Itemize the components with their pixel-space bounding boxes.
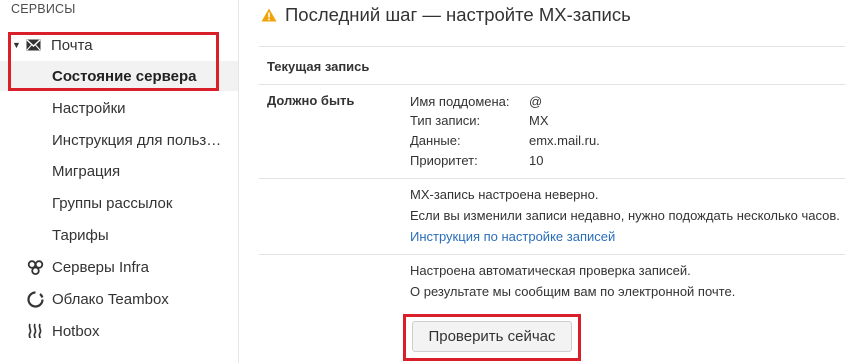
sidebar-item-migration[interactable]: Миграция <box>0 156 238 186</box>
current-record-label: Текущая запись <box>267 59 370 74</box>
sidebar-item-label: Группы рассылок <box>52 194 173 212</box>
sidebar-item-label: Состояние сервера <box>52 67 197 85</box>
field-value-data: emx.mail.ru. <box>529 133 600 148</box>
divider <box>259 84 845 85</box>
sidebar-item-server-status[interactable]: Состояние сервера <box>0 61 238 91</box>
caret-down-icon[interactable]: ▼ <box>12 40 24 50</box>
field-key-subdomain: Имя поддомена: <box>410 94 510 109</box>
app-root: СЕРВИСЫ ▼ Почта Состояние сервера Настро… <box>0 0 845 363</box>
field-key-data: Данные: <box>410 133 461 148</box>
field-value-subdomain: @ <box>529 94 543 109</box>
auto-check-line1: Настроена автоматическая проверка записе… <box>410 263 691 278</box>
field-value-priority: 10 <box>529 153 544 168</box>
sidebar-item-label: Инструкция для польз… <box>52 131 222 149</box>
hotbox-icon <box>26 323 44 339</box>
sidebar-item-label: Серверы Infra <box>52 258 149 276</box>
field-key-priority: Приоритет: <box>410 153 478 168</box>
check-now-button[interactable]: Проверить сейчас <box>412 321 572 352</box>
sidebar-item-label: Облако Teambox <box>52 290 169 308</box>
sidebar-section-title: СЕРВИСЫ <box>11 2 76 16</box>
sidebar-item-label: Почта <box>51 36 93 54</box>
error-message-line2: Если вы изменили записи недавно, нужно п… <box>410 208 840 223</box>
error-message-line1: MX-запись настроена неверно. <box>410 187 599 202</box>
sidebar-item-label: Тарифы <box>52 226 109 244</box>
sidebar-item-label: Миграция <box>52 162 121 180</box>
page-title: Последний шаг — настройте MX-запись <box>261 4 631 26</box>
envelope-icon <box>24 39 42 51</box>
should-be-label: Должно быть <box>267 93 355 108</box>
sidebar-item-tariffs[interactable]: Тарифы <box>0 220 238 250</box>
main-content: Последний шаг — настройте MX-запись Теку… <box>239 0 845 363</box>
field-value-record-type: MX <box>529 113 549 128</box>
auto-check-line2: О результате мы сообщим вам по электронн… <box>410 284 736 299</box>
field-key-record-type: Тип записи: <box>410 113 481 128</box>
sidebar-item-label: Настройки <box>52 99 126 117</box>
sidebar-item-mail[interactable]: ▼ Почта <box>0 30 238 60</box>
page-title-text: Последний шаг — настройте MX-запись <box>285 4 631 25</box>
warning-icon <box>261 8 277 22</box>
divider <box>259 46 845 47</box>
sidebar-item-settings[interactable]: Настройки <box>0 93 238 123</box>
sidebar-item-mailing-groups[interactable]: Группы рассылок <box>0 188 238 218</box>
instructions-link[interactable]: Инструкция по настройке записей <box>410 229 615 244</box>
sidebar-item-hotbox[interactable]: Hotbox <box>0 316 238 346</box>
sidebar-item-infra-servers[interactable]: Серверы Infra <box>0 252 238 282</box>
sidebar-item-user-guide[interactable]: Инструкция для польз… <box>0 125 238 155</box>
sidebar: СЕРВИСЫ ▼ Почта Состояние сервера Настро… <box>0 0 239 363</box>
divider <box>259 254 845 255</box>
cloud-ring-icon <box>26 290 44 308</box>
sidebar-item-label: Hotbox <box>52 322 100 340</box>
divider <box>259 178 845 179</box>
infra-icon <box>26 259 44 276</box>
sidebar-item-teambox[interactable]: Облако Teambox <box>0 284 238 314</box>
